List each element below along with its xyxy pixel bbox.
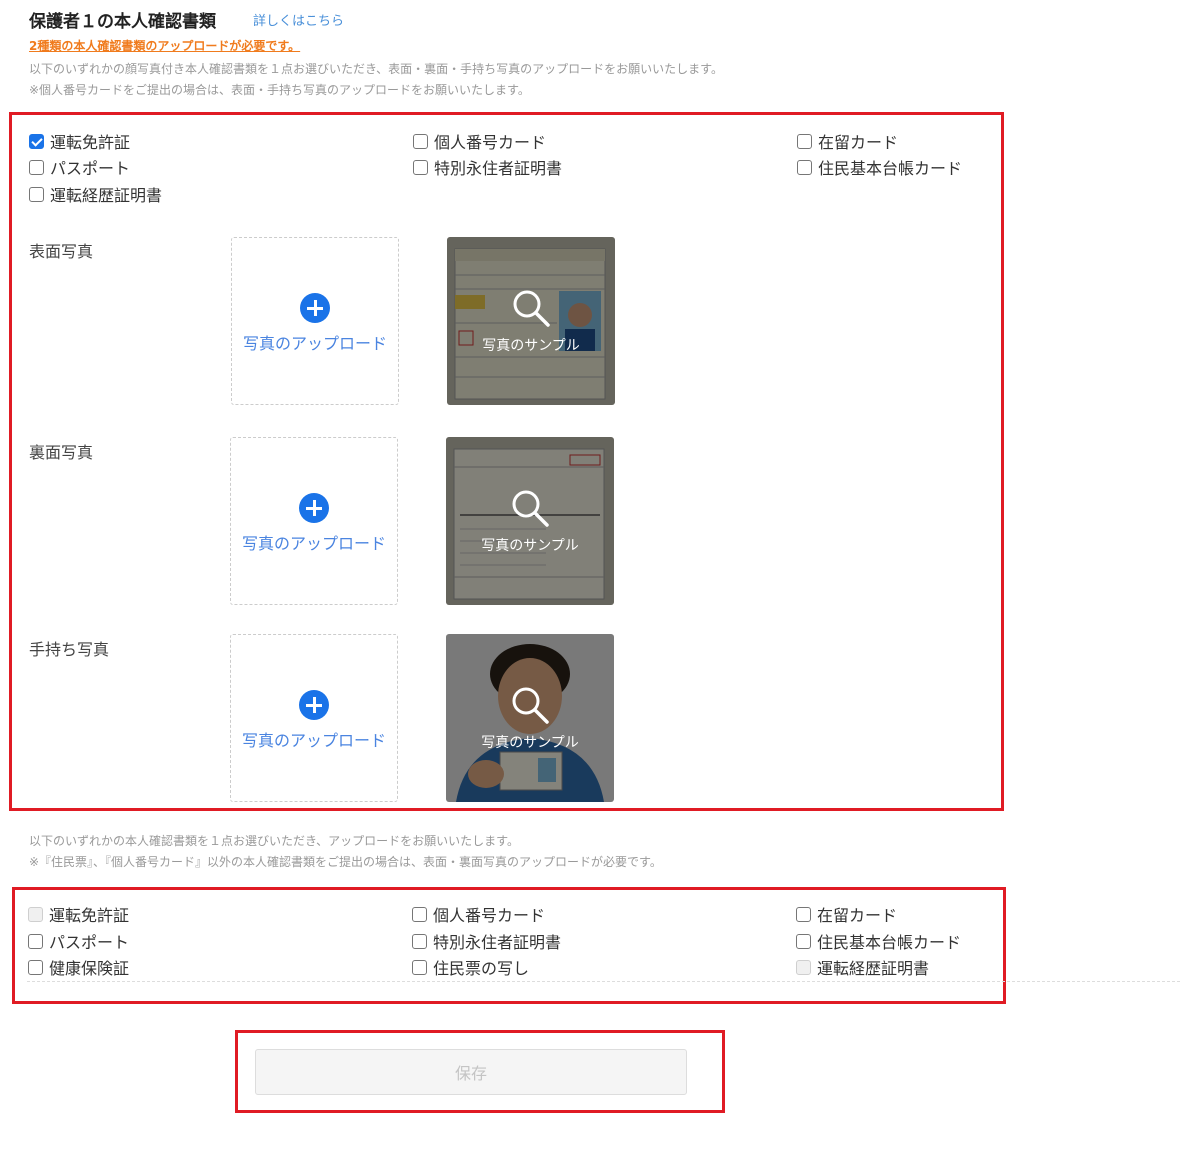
back-photo-sample[interactable]: 写真のサンプル	[446, 437, 614, 605]
magnifier-icon	[513, 290, 550, 327]
checkbox-disabled-icon	[796, 959, 811, 975]
checkbox-label: 運転免許証	[49, 906, 130, 925]
front-photo-label: 表面写真	[29, 242, 94, 261]
sample-label: 写真のサンプル	[482, 338, 580, 354]
second-checkbox-passport[interactable]: パスポート	[28, 929, 129, 953]
checkbox-icon[interactable]	[412, 906, 427, 922]
checkbox-label: 特別永住者証明書	[433, 933, 562, 952]
second-checkbox-driving-history-certificate: 運転経歴証明書	[796, 955, 929, 979]
handheld-photo-sample[interactable]: 写真のサンプル	[446, 634, 614, 802]
back-photo-upload[interactable]: 写真のアップロード	[230, 437, 398, 605]
upload-label: 写真のアップロード	[241, 534, 386, 553]
checkbox-label: パスポート	[50, 159, 131, 178]
checkbox-icon[interactable]	[413, 159, 428, 175]
handheld-photo-upload[interactable]: 写真のアップロード	[230, 634, 398, 802]
checkbox-residence-card[interactable]: 在留カード	[797, 129, 898, 153]
second-checkbox-resident-record-copy[interactable]: 住民票の写し	[412, 955, 529, 979]
checkbox-label: 在留カード	[818, 133, 899, 152]
checkbox-resident-registry-card[interactable]: 住民基本台帳カード	[797, 155, 962, 179]
sample-label: 写真のサンプル	[481, 538, 579, 554]
checkbox-icon[interactable]	[29, 186, 44, 202]
handheld-photo-label: 手持ち写真	[29, 640, 110, 659]
checkbox-icon[interactable]	[797, 133, 812, 149]
checkbox-driving-history-certificate[interactable]: 運転経歴証明書	[29, 182, 162, 206]
checkbox-label: 住民基本台帳カード	[818, 159, 963, 178]
plus-icon	[299, 690, 329, 720]
description-line-1: 以下のいずれかの顔写真付き本人確認書類を１点お選びいただき、表面・裏面・手持ち写…	[29, 62, 723, 76]
checkbox-label: 個人番号カード	[434, 133, 547, 152]
second-checkbox-drivers-license: 運転免許証	[28, 902, 129, 926]
checkbox-label: 住民基本台帳カード	[817, 933, 962, 952]
checkbox-label: 個人番号カード	[433, 906, 546, 925]
description-line-2: ※個人番号カードをご提出の場合は、表面・手持ち写真のアップロードをお願いいたしま…	[29, 83, 530, 97]
checkbox-label: 住民票の写し	[433, 959, 530, 978]
second-checkbox-health-insurance-card[interactable]: 健康保険証	[28, 955, 129, 979]
checkbox-icon[interactable]	[28, 959, 43, 975]
upload-label: 写真のアップロード	[241, 731, 386, 750]
upload-label: 写真のアップロード	[242, 334, 387, 353]
checkbox-icon[interactable]	[412, 933, 427, 949]
checkbox-passport[interactable]: パスポート	[29, 155, 130, 179]
sample-label: 写真のサンプル	[481, 735, 579, 751]
magnifier-icon	[512, 490, 549, 527]
checkbox-drivers-license[interactable]: 運転免許証	[29, 129, 130, 153]
required-note: 2種類の本人確認書類のアップロードが必要です。	[29, 39, 301, 53]
checkbox-disabled-icon	[28, 906, 43, 922]
checkbox-icon[interactable]	[28, 933, 43, 949]
divider	[27, 981, 1180, 982]
checkbox-label: 健康保険証	[49, 959, 130, 978]
checkbox-label: パスポート	[49, 933, 130, 952]
checkbox-icon[interactable]	[29, 159, 44, 175]
checkbox-checked-icon[interactable]	[29, 133, 44, 149]
plus-icon	[300, 293, 330, 323]
second-description-line-2: ※『住民票』、『個人番号カード』以外の本人確認書類をご提出の場合は、表面・裏面写…	[29, 855, 662, 869]
front-photo-sample[interactable]: 写真のサンプル	[447, 237, 615, 405]
details-link[interactable]: 詳しくはこちら	[253, 10, 344, 29]
checkbox-my-number-card[interactable]: 個人番号カード	[413, 129, 546, 153]
magnifier-icon	[512, 687, 549, 724]
checkbox-label: 運転経歴証明書	[817, 959, 930, 978]
plus-icon	[299, 493, 329, 523]
section-title: 保護者１の本人確認書類	[29, 12, 216, 32]
checkbox-label: 特別永住者証明書	[434, 159, 563, 178]
checkbox-icon[interactable]	[797, 159, 812, 175]
second-checkbox-special-permanent-resident[interactable]: 特別永住者証明書	[412, 929, 561, 953]
checkbox-icon[interactable]	[796, 933, 811, 949]
second-checkbox-my-number-card[interactable]: 個人番号カード	[412, 902, 545, 926]
checkbox-special-permanent-resident[interactable]: 特別永住者証明書	[413, 155, 562, 179]
checkbox-label: 在留カード	[817, 906, 898, 925]
second-description-line-1: 以下のいずれかの本人確認書類を１点お選びいただき、アップロードをお願いいたします…	[29, 834, 519, 848]
second-checkbox-residence-card[interactable]: 在留カード	[796, 902, 897, 926]
checkbox-icon[interactable]	[412, 959, 427, 975]
checkbox-label: 運転免許証	[50, 133, 131, 152]
checkbox-label: 運転経歴証明書	[50, 186, 163, 205]
second-checkbox-resident-registry-card[interactable]: 住民基本台帳カード	[796, 929, 961, 953]
front-photo-upload[interactable]: 写真のアップロード	[231, 237, 399, 405]
checkbox-icon[interactable]	[796, 906, 811, 922]
checkbox-icon[interactable]	[413, 133, 428, 149]
save-button[interactable]: 保存	[255, 1049, 687, 1095]
back-photo-label: 裏面写真	[29, 443, 94, 462]
